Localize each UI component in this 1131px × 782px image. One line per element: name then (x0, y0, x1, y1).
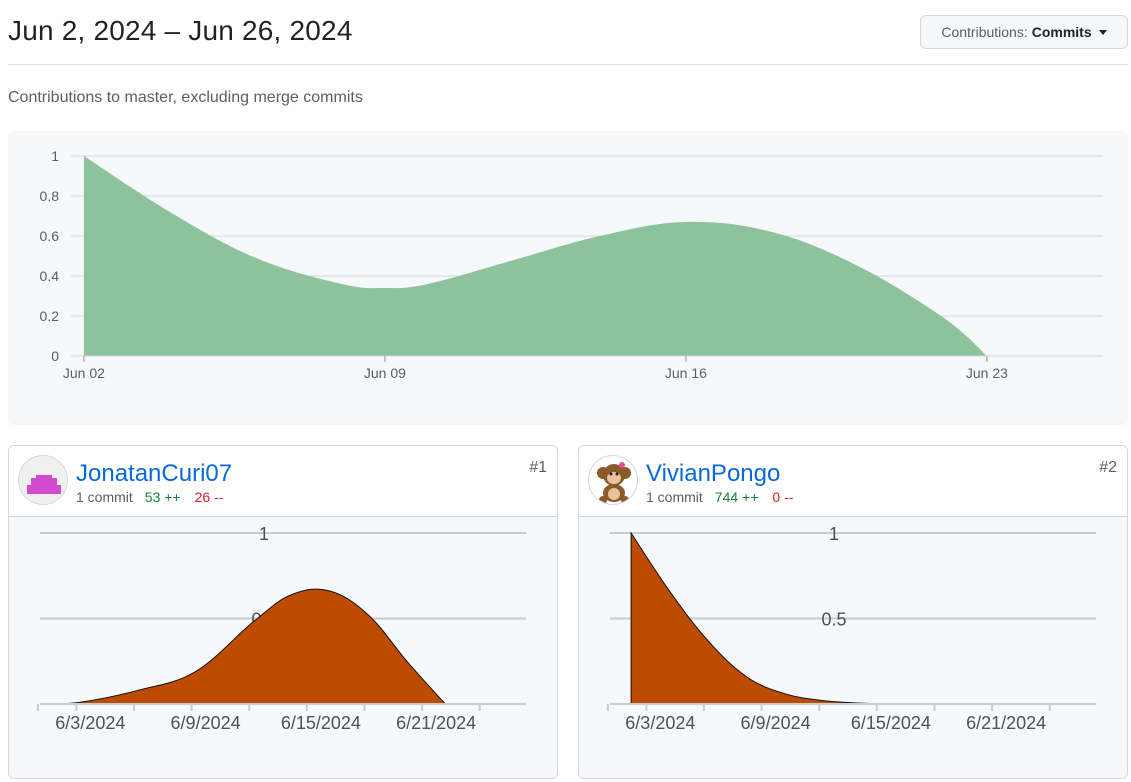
x-tick-label: 6/21/2024 (396, 713, 476, 733)
y-tick-label: 1 (259, 524, 269, 544)
x-tick-label: Jun 23 (966, 365, 1008, 381)
x-tick-label: Jun 09 (364, 365, 406, 381)
contributor-card-header: VivianPongo 1 commit 744 ++ 0 -- #2 (579, 446, 1127, 517)
contributor-rank: #2 (1099, 459, 1117, 476)
y-tick-label: 0.6 (40, 228, 60, 244)
contributor-area (41, 588, 447, 705)
avatar[interactable] (588, 455, 638, 505)
x-tick-label: 6/3/2024 (55, 713, 125, 733)
contributions-value: Commits (1031, 24, 1092, 40)
avatar-identicon-icon (19, 456, 67, 504)
x-tick-label: 6/21/2024 (966, 713, 1046, 733)
contributor-graph-svg: 1 0.5 6/3/2024 6/9/2024 6/15/2024 6/21/2024 (606, 524, 1096, 733)
contributor-stats: 1 commit 53 ++ 26 -- (76, 489, 223, 505)
additions-count: 744 ++ (714, 489, 759, 505)
caret-down-icon (1098, 29, 1107, 35)
y-tick-label: 1 (51, 148, 59, 164)
monkey-avatar-icon (589, 456, 637, 504)
contributor-rank: #1 (529, 459, 547, 476)
additions-count: 53 ++ (144, 489, 181, 505)
x-tick-label: Jun 16 (665, 365, 707, 381)
avatar[interactable] (18, 455, 68, 505)
commit-count-link[interactable]: 1 commit (76, 489, 133, 505)
contributor-graph: 1 0.5 6/3/2024 6/9/2024 6/15/2024 6/21/2024 (579, 517, 1127, 778)
deletions-count: 0 -- (772, 489, 794, 505)
graph-subtitle: Contributions to master, excluding merge… (8, 89, 363, 106)
contributor-stats: 1 commit 744 ++ 0 -- (646, 489, 793, 505)
contributor-name-link[interactable]: VivianPongo (646, 460, 780, 488)
x-tick-label: 6/15/2024 (281, 713, 361, 733)
main-graph-svg: 0 0.2 0.4 0.6 0.8 1 Jun 02 Jun 09 Jun 16 Jun 23 (40, 148, 1103, 381)
commit-count-link[interactable]: 1 commit (646, 489, 703, 505)
contributor-graph: 10.56/3/20246/9/20246/15/20246/21/2024 (9, 517, 557, 778)
deletions-count: 26 -- (194, 489, 224, 505)
y-tick-label: 0.5 (821, 610, 846, 630)
contributor-card-header: JonatanCuri07 1 commit 53 ++ 26 -- #1 (9, 446, 557, 517)
x-tick-label: 6/15/2024 (851, 713, 931, 733)
x-tick-label: 6/9/2024 (171, 713, 241, 733)
y-tick-label: 1 (829, 524, 839, 544)
contributor-card: VivianPongo 1 commit 744 ++ 0 -- #2 1 0.5 6/… (578, 445, 1128, 779)
y-tick-label: 0 (51, 348, 59, 364)
x-tick-label: Jun 02 (63, 365, 105, 381)
contributor-name-link[interactable]: JonatanCuri07 (76, 460, 232, 488)
main-contributions-graph: 0 0.2 0.4 0.6 0.8 1 Jun 02 Jun 09 Jun 16 Jun 23 (8, 131, 1128, 425)
x-tick-label: 6/9/2024 (741, 713, 811, 733)
contributor-graph-svg: 10.56/3/20246/9/20246/15/20246/21/2024 (36, 524, 526, 733)
contributions-area (83, 156, 987, 356)
date-range-title: Jun 2, 2024 – Jun 26, 2024 (8, 15, 353, 46)
y-tick-label: 0.8 (40, 188, 60, 204)
contributor-card: JonatanCuri07 1 commit53 ++26 -- #1 10.5… (8, 445, 558, 779)
y-tick-label: 0.2 (40, 308, 60, 324)
contributions-type-dropdown[interactable]: Contributions: Commits (920, 15, 1128, 49)
contributions-label: Contributions: (941, 24, 1028, 40)
x-tick-label: 6/3/2024 (625, 713, 695, 733)
page-header: Jun 2, 2024 – Jun 26, 2024 Contributions… (8, 0, 1128, 65)
y-tick-label: 0.4 (40, 268, 60, 284)
